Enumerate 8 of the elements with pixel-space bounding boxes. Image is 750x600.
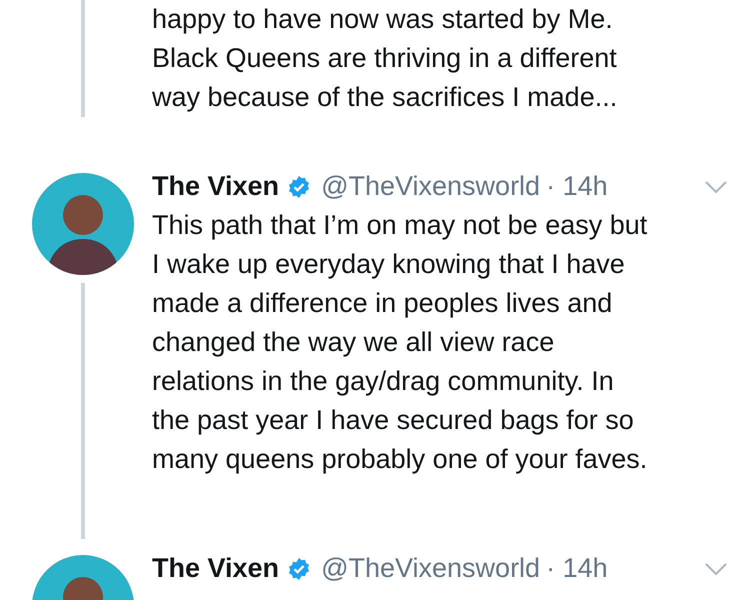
tweet-time: · 14h <box>546 553 608 584</box>
display-name[interactable]: The Vixen <box>152 553 280 584</box>
user-handle[interactable]: @TheVixensworld <box>321 171 540 202</box>
tweet-text: happy to have now was started by Me. Black Queens are thriving in a different way because of the sacrifices I made... <box>152 3 618 114</box>
display-name[interactable]: The Vixen <box>152 171 280 202</box>
tweet-text: This path that I’m on may not be easy but I wake up everyday knowing that I have made a difference in peoples lives and changed the way we all view race relations in the gay/drag community. In the past year I have secured bags for so many queens probably one of your faves. <box>152 209 648 476</box>
user-handle[interactable]: @TheVixensworld <box>321 553 540 584</box>
tweet-time: · 14h <box>546 171 608 202</box>
